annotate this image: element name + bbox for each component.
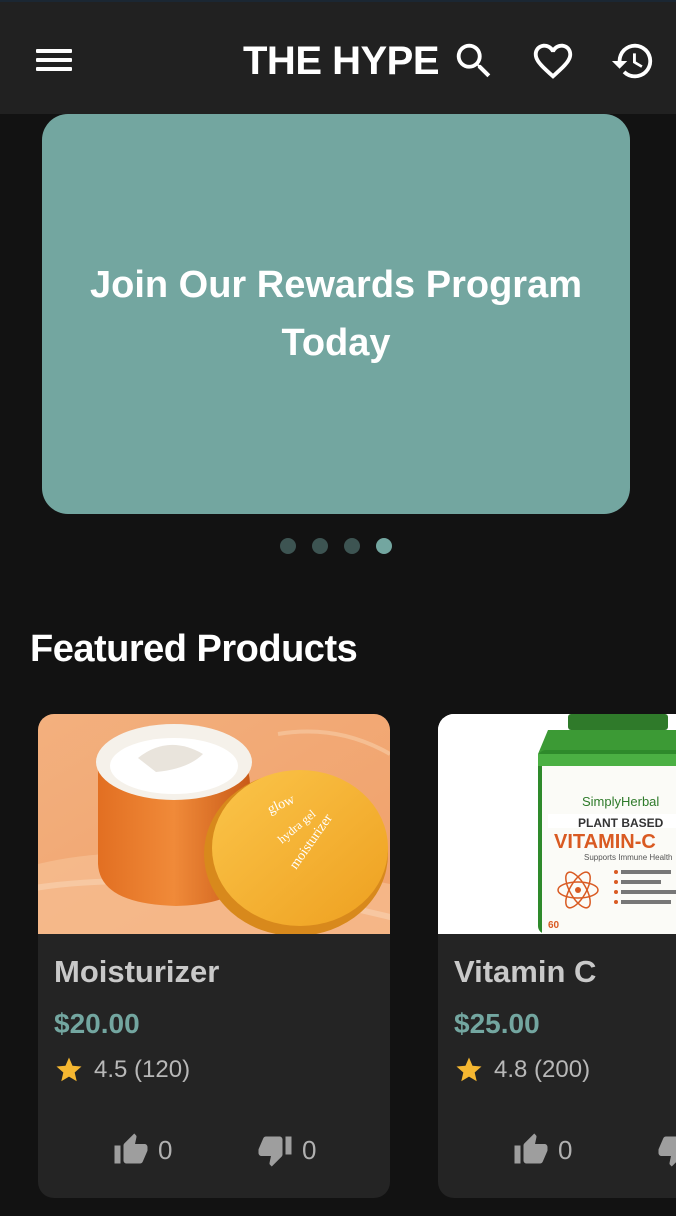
like-count: 0 bbox=[558, 1134, 573, 1165]
svg-text:PLANT BASED: PLANT BASED bbox=[578, 816, 664, 830]
menu-icon-line bbox=[36, 58, 72, 62]
carousel-dot[interactable] bbox=[280, 538, 296, 554]
svg-text:SimplyHerbal: SimplyHerbal bbox=[582, 794, 659, 809]
featured-products-heading: Featured Products bbox=[30, 628, 358, 670]
carousel-indicator bbox=[0, 538, 676, 554]
star-icon bbox=[456, 1057, 482, 1082]
banner-text: Join Our Rewards Program Today bbox=[89, 264, 582, 364]
star-icon bbox=[56, 1057, 82, 1082]
product-card-moisturizer[interactable]: glow hydra gel moisturizer Moisturizer $… bbox=[38, 714, 390, 1198]
product-price: $25.00 bbox=[454, 1008, 540, 1039]
rating-value: 4.5 (120) bbox=[94, 1056, 191, 1083]
svg-text:VITAMIN-C: VITAMIN-C bbox=[554, 831, 656, 853]
product-name: Vitamin C bbox=[454, 954, 597, 989]
thumbs-down-icon bbox=[658, 1136, 676, 1167]
like-count: 0 bbox=[158, 1134, 173, 1165]
thumbs-down-icon bbox=[258, 1136, 292, 1167]
product-price: $20.00 bbox=[54, 1008, 140, 1039]
menu-icon[interactable] bbox=[34, 46, 74, 74]
svg-text:60: 60 bbox=[548, 920, 560, 931]
product-rating: 4.8 (200) bbox=[454, 1054, 590, 1086]
vitamin-c-product-image: SimplyHerbal PLANT BASED VITAMIN-C Suppo… bbox=[438, 714, 676, 934]
product-name: Moisturizer bbox=[54, 954, 220, 989]
dislike-button[interactable]: 0 bbox=[656, 1132, 676, 1168]
carousel-dot[interactable] bbox=[344, 538, 360, 554]
top-app-bar: THE HYPE bbox=[0, 0, 676, 114]
app-screen: THE HYPE Join Our Rewards Program Today … bbox=[0, 0, 676, 1216]
like-button[interactable]: 0 bbox=[512, 1132, 572, 1168]
like-button[interactable]: 0 bbox=[112, 1132, 172, 1168]
history-icon[interactable] bbox=[610, 38, 656, 84]
heart-icon[interactable] bbox=[530, 38, 576, 84]
rating-value: 4.8 (200) bbox=[494, 1056, 591, 1083]
thumbs-up-icon bbox=[114, 1133, 148, 1164]
menu-icon-line bbox=[36, 49, 72, 53]
carousel-dot[interactable] bbox=[312, 538, 328, 554]
product-card-vitamin-c[interactable]: SimplyHerbal PLANT BASED VITAMIN-C Suppo… bbox=[438, 714, 676, 1198]
app-title: THE HYPE bbox=[243, 39, 440, 83]
dislike-button[interactable]: 0 bbox=[256, 1132, 316, 1168]
thumbs-up-icon bbox=[514, 1133, 548, 1164]
dislike-count: 0 bbox=[302, 1134, 317, 1165]
product-rating: 4.5 (120) bbox=[54, 1054, 190, 1086]
carousel-dot-active[interactable] bbox=[376, 538, 392, 554]
rewards-banner[interactable]: Join Our Rewards Program Today bbox=[42, 114, 630, 514]
svg-text:Supports Immune Health: Supports Immune Health bbox=[584, 853, 673, 862]
menu-icon-line bbox=[36, 67, 72, 71]
moisturizer-product-image: glow hydra gel moisturizer bbox=[38, 714, 390, 934]
search-icon[interactable] bbox=[451, 38, 497, 84]
